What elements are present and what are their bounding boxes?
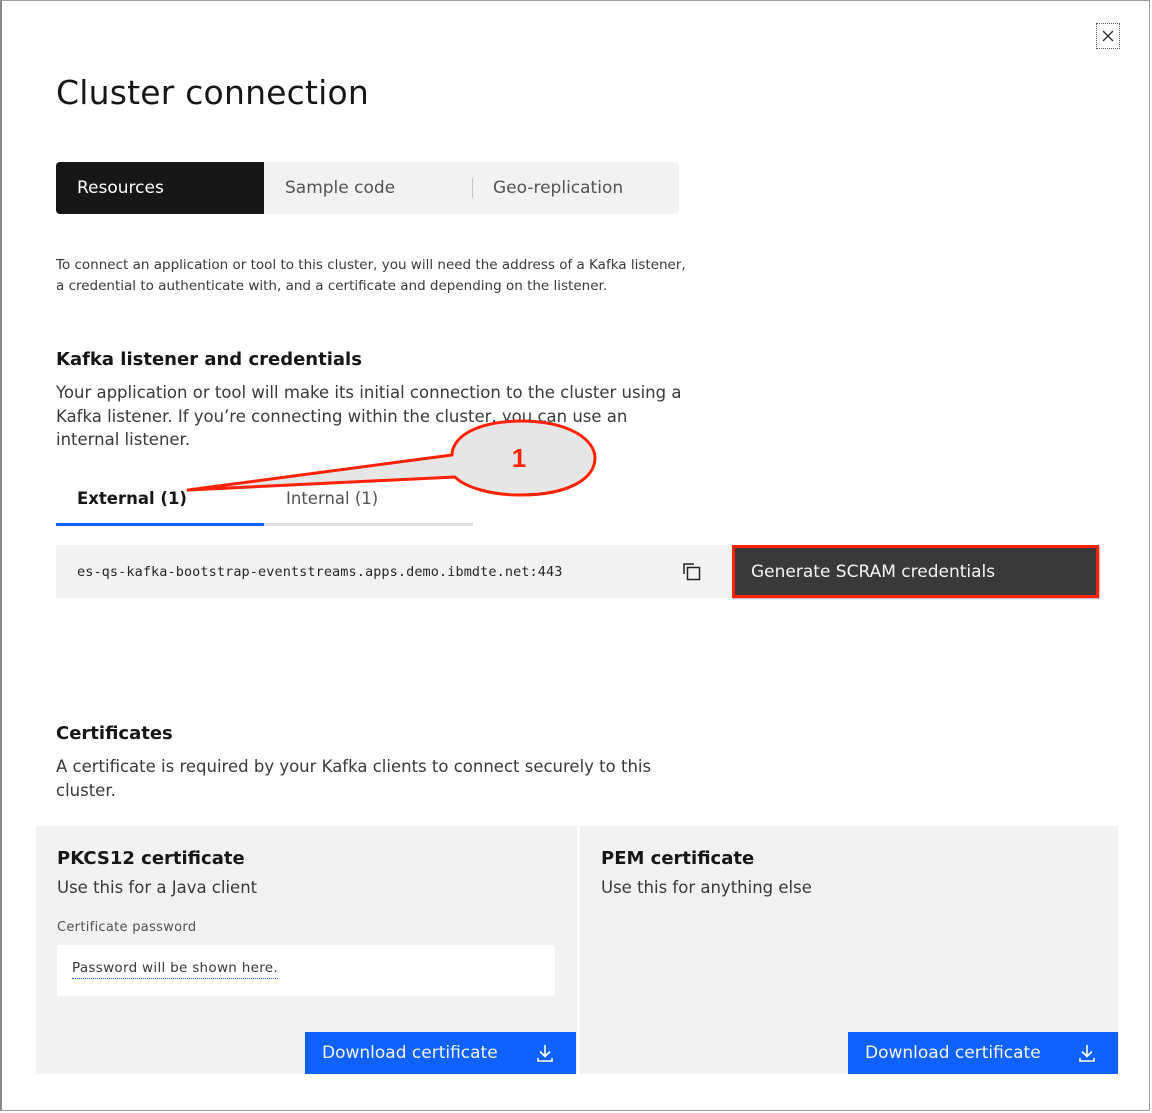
switcher-label: Sample code: [285, 178, 396, 198]
pkcs12-title: PKCS12 certificate: [57, 848, 245, 869]
switcher-resources[interactable]: Resources: [56, 162, 264, 214]
pem-subtitle: Use this for anything else: [601, 878, 812, 897]
pkcs12-subtitle: Use this for a Java client: [57, 878, 258, 897]
pkcs12-certificate-tile: PKCS12 certificate Use this for a Java c…: [36, 826, 577, 1074]
content-switcher: Resources Sample code Geo-replication: [56, 162, 679, 214]
certificate-password-value: Password will be shown here.: [72, 960, 278, 979]
pem-certificate-tile: PEM certificate Use this for anything el…: [580, 826, 1118, 1074]
copy-icon: [683, 562, 701, 580]
switcher-geo-replication[interactable]: Geo-replication: [472, 162, 679, 214]
cluster-connection-modal: Cluster connection Resources Sample code…: [0, 0, 1150, 1111]
certificate-password-field[interactable]: Password will be shown here.: [57, 945, 555, 996]
modal-title: Cluster connection: [56, 73, 370, 112]
switcher-sample-code[interactable]: Sample code: [264, 162, 472, 214]
tab-internal[interactable]: Internal (1): [264, 484, 473, 526]
switcher-label: Resources: [77, 178, 164, 198]
listener-tabs: External (1) Internal (1): [56, 484, 473, 526]
intro-text: To connect an application or tool to thi…: [56, 257, 686, 294]
download-button-label: Download certificate: [322, 1043, 498, 1063]
generate-scram-credentials-button[interactable]: Generate SCRAM credentials: [732, 545, 1099, 598]
generate-button-label: Generate SCRAM credentials: [751, 561, 996, 582]
download-icon: [1079, 1045, 1095, 1062]
listener-heading: Kafka listener and credentials: [56, 349, 362, 370]
listener-address-snippet: es-qs-kafka-bootstrap-eventstreams.apps.…: [56, 545, 732, 598]
switcher-label: Geo-replication: [493, 178, 624, 198]
tab-external[interactable]: External (1): [56, 484, 264, 526]
download-icon: [537, 1045, 553, 1062]
pem-title: PEM certificate: [601, 848, 755, 869]
close-icon: [1102, 30, 1114, 42]
listener-description: Your application or tool will make its i…: [56, 383, 682, 449]
download-button-label: Download certificate: [865, 1043, 1041, 1063]
close-button[interactable]: [1096, 23, 1120, 49]
certificate-password-label: Certificate password: [57, 920, 197, 935]
copy-button[interactable]: [652, 545, 732, 598]
listener-address: es-qs-kafka-bootstrap-eventstreams.apps.…: [77, 563, 563, 580]
certificates-description: A certificate is required by your Kafka …: [56, 757, 652, 800]
switcher-divider: [472, 178, 473, 198]
tab-label: External (1): [77, 489, 187, 508]
download-pem-button[interactable]: Download certificate: [848, 1032, 1118, 1074]
download-pkcs12-button[interactable]: Download certificate: [305, 1032, 576, 1074]
certificates-heading: Certificates: [56, 723, 173, 744]
tab-label: Internal (1): [286, 489, 379, 508]
